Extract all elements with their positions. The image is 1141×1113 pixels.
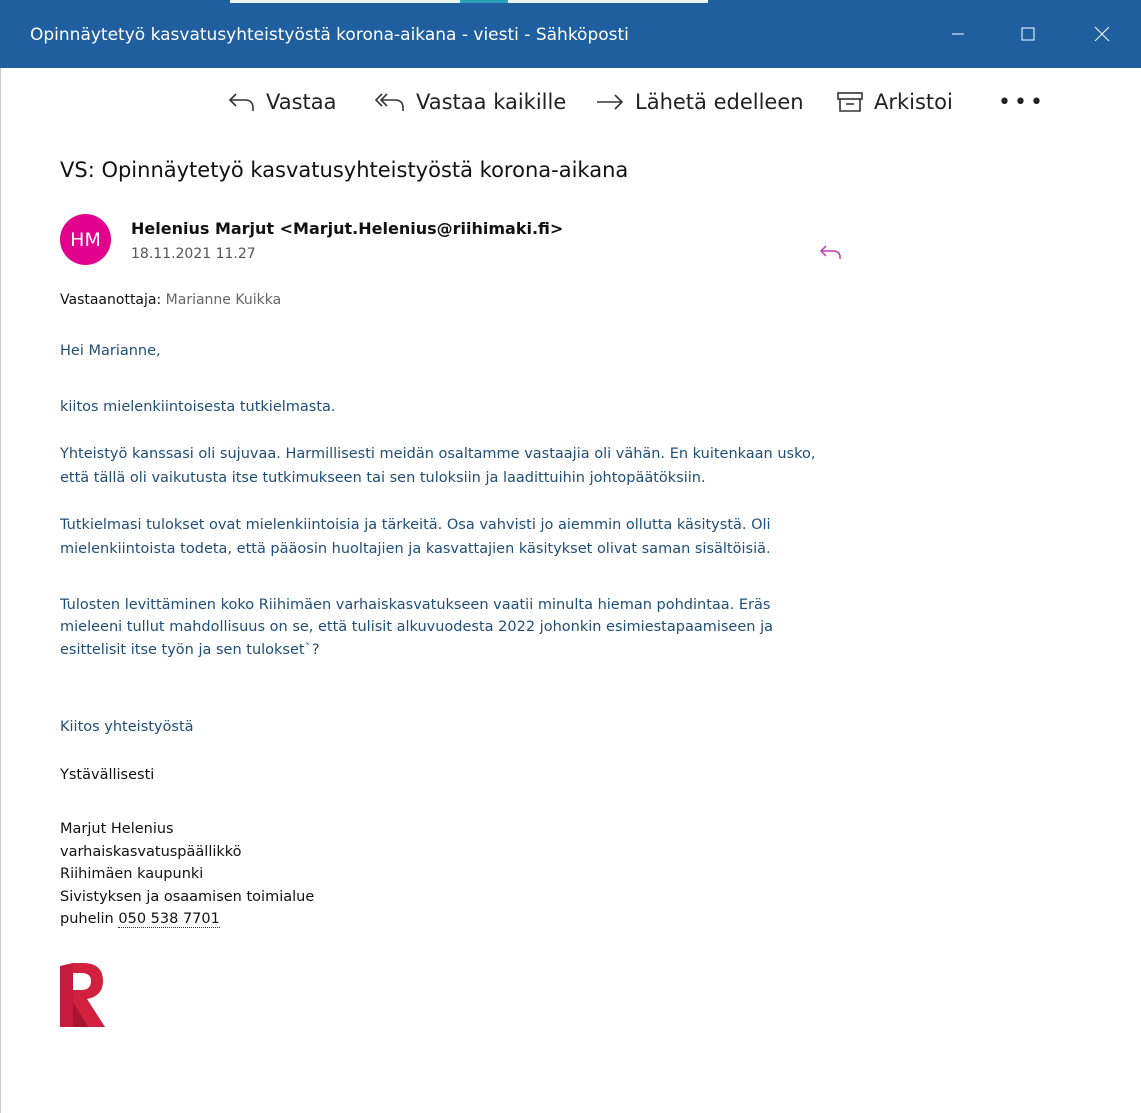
reply-all-icon bbox=[374, 93, 404, 111]
recipient-name[interactable]: Marianne Kuikka bbox=[166, 292, 282, 308]
titlebar-accent bbox=[508, 0, 708, 3]
thanks-line: Kiitos yhteistyöstä bbox=[60, 719, 194, 735]
window-border bbox=[0, 68, 1, 1113]
sender-name[interactable]: Helenius Marjut <Marjut.Helenius@riihima… bbox=[131, 219, 563, 238]
titlebar-accent bbox=[460, 0, 508, 3]
body-line: Yhteistyö kanssasi oli sujuvaa. Harmilli… bbox=[60, 446, 816, 462]
archive-button[interactable]: Arkistoi bbox=[836, 82, 953, 122]
logo-r-icon bbox=[60, 963, 105, 1027]
body-line: mielenkiintoista todeta, että pääosin hu… bbox=[60, 541, 771, 557]
body-line: että tällä oli vaikutusta itse tutkimuks… bbox=[60, 470, 706, 486]
forward-button[interactable]: Lähetä edelleen bbox=[595, 82, 804, 122]
more-actions-button[interactable]: ••• bbox=[998, 82, 1046, 122]
window-title: Opinnäytetyö kasvatusyhteistyöstä korona… bbox=[30, 25, 629, 45]
maximize-button[interactable] bbox=[1008, 16, 1048, 52]
title-bar: Opinnäytetyö kasvatusyhteistyöstä korona… bbox=[0, 0, 1141, 68]
reply-all-button[interactable]: Vastaa kaikille bbox=[374, 82, 566, 122]
close-button[interactable] bbox=[1082, 16, 1122, 52]
titlebar-accent bbox=[230, 0, 460, 3]
body-line: Tulosten levittäminen koko Riihimäen var… bbox=[60, 597, 771, 613]
message-subject: VS: Opinnäytetyö kasvatusyhteistyöstä ko… bbox=[60, 158, 629, 182]
phone-label: puhelin bbox=[60, 911, 114, 927]
recipients-line: Vastaanottaja: Marianne Kuikka bbox=[60, 292, 281, 308]
forward-arrow-icon bbox=[597, 94, 624, 110]
reply-button[interactable]: Vastaa bbox=[228, 82, 337, 122]
replied-indicator bbox=[819, 243, 843, 263]
reply-icon bbox=[228, 93, 254, 111]
reply-all-label: Vastaa kaikille bbox=[416, 90, 567, 114]
phone-link[interactable]: 050 538 7701 bbox=[118, 911, 220, 928]
signature-dept: Sivistyksen ja osaamisen toimialue bbox=[60, 888, 315, 905]
minimize-button[interactable] bbox=[938, 16, 978, 52]
riihimaki-logo bbox=[59, 963, 105, 1027]
body-line: mieleeni tullut mahdollisuus on se, että… bbox=[60, 619, 773, 635]
forward-label: Lähetä edelleen bbox=[635, 90, 804, 114]
message-toolbar: Vastaa Vastaa kaikille Lähetä edelleen A… bbox=[0, 82, 1141, 122]
archive-label: Arkistoi bbox=[874, 90, 953, 114]
body-line: esittelisit itse työn ja sen tulokset`? bbox=[60, 642, 320, 658]
body-paragraph: kiitos mielenkiintoisesta tutkielmasta. bbox=[60, 399, 336, 415]
signature-phone-line: puhelin 050 538 7701 bbox=[60, 908, 314, 931]
signature-org: Riihimäen kaupunki bbox=[60, 866, 204, 882]
archive-icon bbox=[837, 92, 863, 112]
greeting: Hei Marianne, bbox=[60, 343, 161, 359]
reply-icon bbox=[819, 245, 841, 259]
minimize-icon bbox=[952, 33, 964, 35]
close-icon bbox=[1094, 26, 1110, 42]
signature-name: Marjut Helenius bbox=[60, 821, 174, 837]
recipient-label: Vastaanottaja: bbox=[60, 292, 162, 308]
body-line: Tutkielmasi tulokset ovat mielenkiintois… bbox=[60, 517, 771, 533]
signature-role: varhaiskasvatuspäällikkö bbox=[60, 843, 242, 860]
signature-block: Marjut Helenius varhaiskasvatuspäällikkö… bbox=[60, 818, 314, 931]
sender-avatar[interactable]: HM bbox=[60, 214, 111, 265]
reply-label: Vastaa bbox=[266, 90, 337, 114]
regards-line: Ystävällisesti bbox=[60, 767, 155, 783]
sent-date: 18.11.2021 11.27 bbox=[131, 246, 256, 262]
maximize-icon bbox=[1021, 27, 1035, 41]
